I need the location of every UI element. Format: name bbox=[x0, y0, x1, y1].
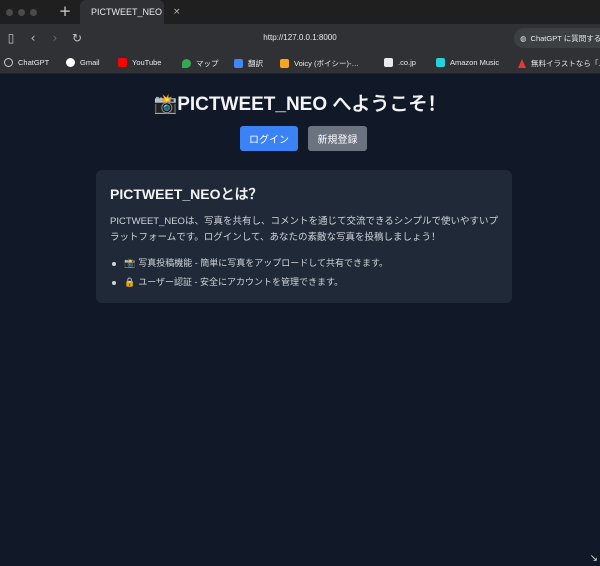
illust-icon bbox=[518, 59, 526, 68]
bookmark-amazon-co-jp[interactable]: .co.jp bbox=[384, 58, 416, 67]
bookmark-label: マップ bbox=[196, 59, 219, 68]
page-title-text: PICTWEET_NEO へようこそ！ bbox=[177, 94, 447, 115]
chatgpt-ask-button[interactable]: ◍ ChatGPT に質問する… bbox=[514, 28, 600, 48]
chatgpt-ask-label: ChatGPT に質問する… bbox=[530, 33, 600, 43]
browser-window: + PICTWEET_NEO × ▯ ‹ › ↻ http://127.0.0.… bbox=[0, 0, 600, 566]
bookmark-label: Amazon Music bbox=[450, 58, 500, 67]
bullet-icon bbox=[112, 280, 116, 285]
page-title: 📸PICTWEET_NEO へようこそ！ bbox=[0, 89, 600, 116]
resize-cursor-icon: ↘ bbox=[589, 553, 598, 564]
tab-bar: + PICTWEET_NEO × bbox=[0, 0, 600, 24]
card-heading: PICTWEET_NEOとは？ bbox=[110, 186, 263, 202]
globe-icon: ◍ bbox=[520, 33, 527, 43]
back-icon[interactable]: ‹ bbox=[22, 31, 44, 45]
window-controls[interactable] bbox=[6, 8, 37, 16]
voicy-icon bbox=[280, 59, 289, 68]
maximize-window-dot[interactable] bbox=[30, 8, 37, 16]
url-field[interactable]: http://127.0.0.1:8000 bbox=[0, 33, 600, 42]
chatgpt-icon bbox=[4, 58, 13, 67]
tab-active[interactable]: PICTWEET_NEO × bbox=[80, 0, 181, 24]
bookmark-amazon-music[interactable]: Amazon Music bbox=[436, 58, 499, 67]
bookmark-voicy[interactable]: Voicy (ボイシー)-… bbox=[280, 58, 359, 69]
bookmark-translate[interactable]: 翻訳 bbox=[234, 58, 263, 69]
bookmark-label: Gmail bbox=[80, 58, 100, 67]
reload-icon[interactable]: ↻ bbox=[66, 31, 88, 45]
bookmark-label: ChatGPT bbox=[18, 58, 50, 67]
amazon-icon bbox=[384, 58, 393, 67]
translate-icon bbox=[234, 59, 243, 68]
bookmark-youtube[interactable]: YouTube bbox=[118, 58, 161, 67]
register-button[interactable]: 新規登録 bbox=[308, 126, 367, 151]
map-pin-icon bbox=[182, 59, 191, 68]
lock-icon: 🔒 bbox=[124, 277, 136, 287]
login-button[interactable]: ログイン bbox=[240, 126, 298, 151]
bookmark-label: 翻訳 bbox=[248, 59, 263, 68]
google-icon bbox=[66, 58, 75, 67]
close-window-dot[interactable] bbox=[6, 8, 13, 16]
tab-title: PICTWEET_NEO bbox=[91, 7, 163, 17]
bookmark-illust[interactable]: 無料イラストなら「… bbox=[518, 58, 600, 69]
feature-text: 写真投稿機能 - 簡単に写真をアップロードして共有できます。 bbox=[138, 258, 389, 268]
new-tab-button[interactable]: + bbox=[58, 3, 72, 19]
card-description: PICTWEET_NEOは、写真を共有し、コメントを通じて交流できるシンプルで使… bbox=[110, 216, 498, 243]
feature-list: 📸 写真投稿機能 - 簡単に写真をアップロードして共有できます。 🔒 ユーザー認… bbox=[110, 254, 498, 292]
bookmark-label: YouTube bbox=[132, 58, 162, 67]
music-icon bbox=[436, 58, 445, 67]
bookmarks-bar: ChatGPT Gmail YouTube マップ 翻訳 Voicy (ボイシー… bbox=[0, 52, 600, 74]
sidebar-icon[interactable]: ▯ bbox=[0, 31, 22, 45]
youtube-icon bbox=[118, 58, 127, 67]
bookmark-label: 無料イラストなら「… bbox=[531, 59, 600, 68]
about-card: PICTWEET_NEOとは？ PICTWEET_NEOは、写真を共有し、コメン… bbox=[96, 170, 512, 303]
forward-icon[interactable]: › bbox=[44, 31, 66, 45]
list-item: 📸 写真投稿機能 - 簡単に写真をアップロードして共有できます。 bbox=[110, 254, 498, 273]
bookmark-chatgpt[interactable]: ChatGPT bbox=[4, 58, 49, 67]
bullet-icon bbox=[112, 261, 116, 266]
list-item: 🔒 ユーザー認証 - 安全にアカウントを管理できます。 bbox=[110, 273, 498, 292]
camera-icon: 📸 bbox=[153, 94, 178, 115]
bookmark-label: .co.jp bbox=[398, 58, 416, 67]
page-content: 📸PICTWEET_NEO へようこそ！ ログイン 新規登録 PICTWEET_… bbox=[0, 74, 600, 566]
bookmark-gmail[interactable]: Gmail bbox=[66, 58, 100, 67]
bookmark-maps[interactable]: マップ bbox=[182, 58, 219, 69]
minimize-window-dot[interactable] bbox=[18, 8, 25, 16]
tab-close-icon[interactable]: × bbox=[173, 7, 181, 17]
camera-icon: 📸 bbox=[124, 258, 136, 268]
bookmark-label: Voicy (ボイシー)-… bbox=[294, 59, 360, 68]
feature-text: ユーザー認証 - 安全にアカウントを管理できます。 bbox=[138, 277, 344, 287]
address-toolbar: ▯ ‹ › ↻ http://127.0.0.1:8000 ◍ ChatGPT … bbox=[0, 24, 600, 52]
